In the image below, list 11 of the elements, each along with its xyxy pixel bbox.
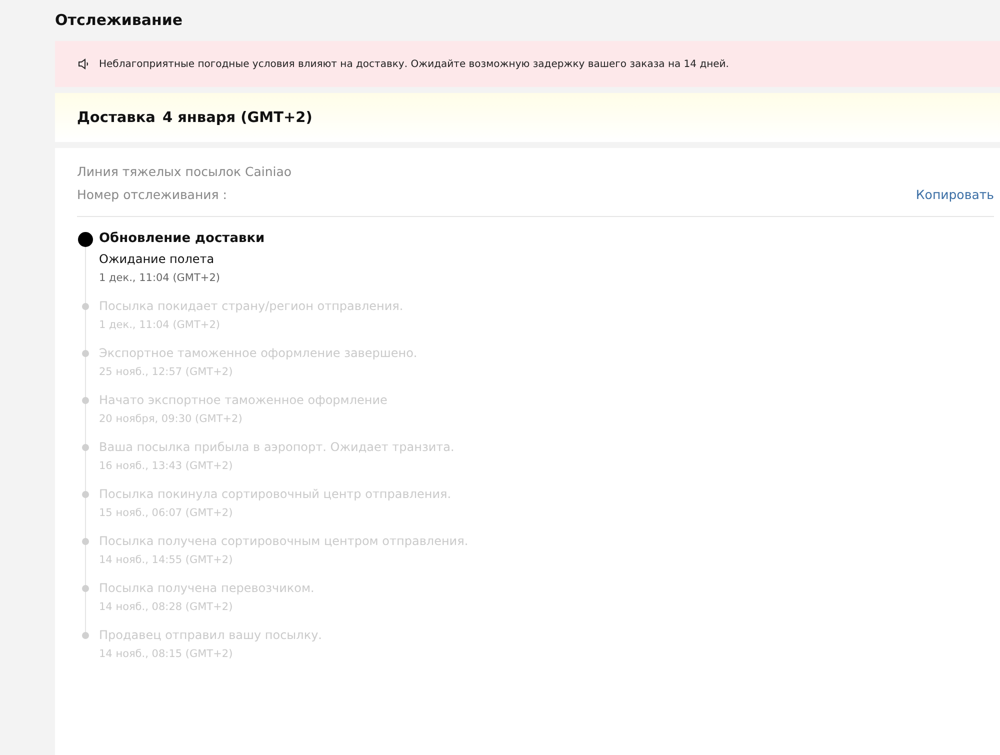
event-heading: Обновление доставки <box>99 231 266 246</box>
copy-link[interactable]: Копировать <box>916 187 994 202</box>
tracking-number-label: Номер отслеживания : <box>77 187 227 202</box>
delivery-date: 4 января (GMT+2) <box>162 110 312 126</box>
delivery-label: Доставка <box>77 110 156 126</box>
event-status: Ожидание полета <box>99 252 216 266</box>
page-title: Отслеживание <box>55 10 184 31</box>
alert-text: Неблагоприятные погодные условия влияют на доставку. Ожидайте возможную задержку вашего заказа на 14 дней. <box>99 58 729 70</box>
speaker-icon <box>78 58 90 70</box>
event-time: 1 дек., 11:04 (GMT+2) <box>99 272 221 284</box>
carrier-name: Линия тяжелых посылок Cainiao <box>77 164 293 179</box>
